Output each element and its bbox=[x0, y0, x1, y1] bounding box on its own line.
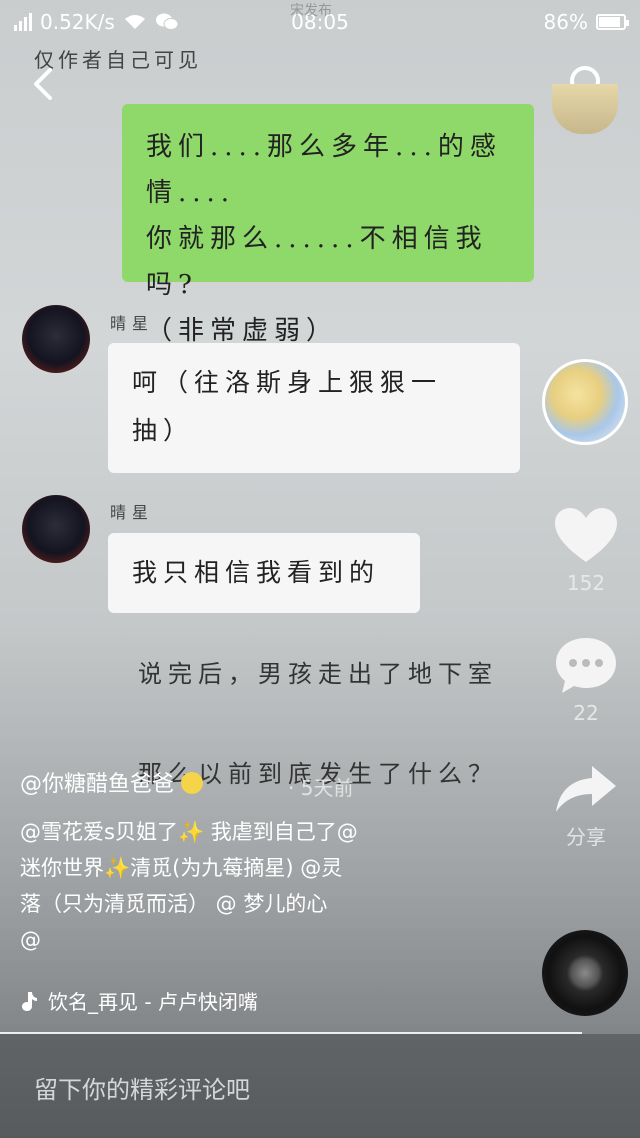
chat-line: 我们....那么多年...的感情.... bbox=[146, 132, 502, 208]
music-disc[interactable] bbox=[542, 930, 628, 1016]
caption-line: @ bbox=[20, 928, 41, 952]
share-label: 分享 bbox=[566, 825, 606, 849]
like-button[interactable]: 152 bbox=[548, 506, 624, 595]
comment-input-bar[interactable]: 留下你的精彩评论吧 bbox=[0, 1034, 640, 1138]
chat-bubble-white: 呵（往洛斯身上狠狠一 抽） bbox=[108, 343, 520, 473]
post-caption[interactable]: @雪花爱s贝姐了✨ 我虐到自己了@ 迷你世界✨清觅(为九莓摘星) @灵 落（只为… bbox=[20, 814, 460, 958]
comment-input[interactable]: 留下你的精彩评论吧 bbox=[34, 1070, 250, 1105]
avatar bbox=[22, 305, 90, 373]
comment-button[interactable]: 22 bbox=[548, 634, 624, 725]
music-title: 饮名_再见 - 卢卢快闭嘴 bbox=[48, 990, 258, 1014]
comment-bubble-icon[interactable] bbox=[554, 634, 618, 696]
music-info[interactable]: 饮名_再见 - 卢卢快闭嘴 bbox=[20, 986, 258, 1015]
share-button[interactable]: 分享 bbox=[548, 762, 624, 850]
music-note-icon bbox=[22, 991, 37, 1011]
author-avatar[interactable] bbox=[542, 359, 628, 445]
battery-icon bbox=[596, 14, 629, 30]
top-faded-text: 宋发布 bbox=[290, 3, 332, 19]
chat-bubble-white: 我只相信我看到的 bbox=[108, 533, 420, 613]
avatar bbox=[22, 495, 90, 563]
author-name[interactable]: @你糖醋鱼爸爸 bbox=[20, 766, 204, 798]
chat-line: 我只相信我看到的 bbox=[132, 558, 381, 587]
like-count: 152 bbox=[566, 571, 606, 595]
chat-line: 抽） bbox=[132, 416, 195, 445]
caption-line: 迷你世界✨清觅(为九莓摘星) @灵 bbox=[20, 856, 343, 880]
emoji-icon bbox=[181, 772, 204, 794]
chat-line: 呵（往洛斯身上狠狠一 bbox=[132, 368, 443, 397]
sender-name: 晴星 bbox=[110, 503, 155, 522]
caption-line: @雪花爱s贝姐了✨ 我虐到自己了@ bbox=[20, 820, 358, 844]
comment-count: 22 bbox=[573, 701, 599, 725]
back-arrow-icon[interactable] bbox=[26, 62, 66, 106]
sender-name: 晴星 bbox=[110, 314, 155, 333]
chat-line: 你就那么......不相信我吗? bbox=[146, 224, 488, 300]
post-time: · 5天前 bbox=[288, 776, 354, 800]
share-arrow-icon[interactable] bbox=[554, 762, 618, 816]
chat-bubble-green: 我们....那么多年...的感情.... 你就那么......不相信我吗? （非… bbox=[122, 104, 534, 346]
battery-percent: 86% bbox=[543, 10, 588, 34]
author-name-text: @你糖醋鱼爸爸 bbox=[20, 772, 175, 797]
caption-line: 落（只为清觅而活） @ 梦儿的心 bbox=[20, 892, 328, 916]
narration-text: 说完后，男孩走出了地下室 bbox=[138, 660, 498, 688]
heart-icon[interactable] bbox=[553, 506, 619, 566]
